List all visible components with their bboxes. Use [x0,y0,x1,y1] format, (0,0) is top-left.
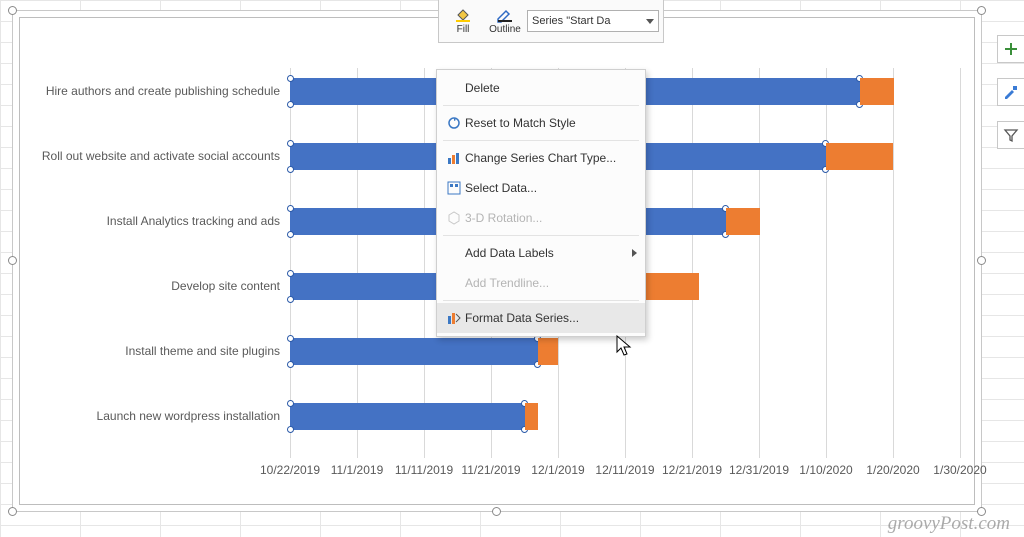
chart-elements-button[interactable] [997,35,1024,63]
menu-change-chart-type[interactable]: Change Series Chart Type... [437,143,645,173]
series-selector-text: Series "Start Da [532,15,611,27]
category-label: Hire authors and create publishing sched… [20,84,280,98]
x-tick: 10/22/2019 [260,463,320,477]
watermark-text: groovyPost.com [888,513,1010,535]
bar-duration[interactable] [860,78,894,105]
x-tick: 12/1/2019 [531,463,584,477]
bar-duration[interactable] [726,208,760,235]
x-tick: 11/11/2019 [395,463,453,477]
x-tick: 1/30/2020 [933,463,986,477]
bar-duration[interactable] [525,403,538,430]
x-tick: 12/11/2019 [595,463,654,477]
bar-start-date[interactable] [290,403,525,430]
select-data-icon [443,180,465,196]
x-tick: 12/21/2019 [662,463,722,477]
chevron-right-icon [632,249,637,257]
menu-add-data-labels[interactable]: Add Data Labels [437,238,645,268]
outline-label: Outline [489,24,521,35]
menu-add-trendline: Add Trendline... [437,268,645,298]
funnel-icon [1003,127,1019,143]
category-label: Install Analytics tracking and ads [20,214,280,228]
plus-icon [1003,41,1019,57]
x-tick: 11/21/2019 [461,463,520,477]
outline-button[interactable]: Outline [485,7,525,35]
bar-duration[interactable] [538,338,558,365]
fill-button[interactable]: Fill [443,7,483,35]
category-label: Install theme and site plugins [20,344,280,358]
menu-format-data-series[interactable]: Format Data Series... [437,303,645,333]
x-tick: 1/10/2020 [799,463,852,477]
menu-select-data[interactable]: Select Data... [437,173,645,203]
series-selector-dropdown[interactable]: Series "Start Da [527,10,659,32]
category-label: Develop site content [20,279,280,293]
pen-outline-icon [496,7,514,23]
cube-icon [443,210,465,226]
format-series-icon [443,310,465,326]
menu-reset-style[interactable]: Reset to Match Style [437,108,645,138]
x-tick: 1/20/2020 [866,463,919,477]
category-label: Launch new wordpress installation [20,409,280,423]
x-tick: 11/1/2019 [331,463,384,477]
paint-bucket-icon [454,7,472,23]
menu-delete[interactable]: Delete [437,73,645,103]
mini-toolbar: Fill Outline Series "Start Da [438,0,664,43]
chevron-down-icon [646,19,654,24]
bar-start-date[interactable] [290,338,538,365]
bar-duration[interactable] [826,143,893,170]
menu-3d-rotation: 3-D Rotation... [437,203,645,233]
chart-filters-button[interactable] [997,121,1024,149]
category-label: Roll out website and activate social acc… [20,149,280,163]
paintbrush-icon [1003,84,1019,100]
chart-styles-button[interactable] [997,78,1024,106]
fill-label: Fill [457,24,470,35]
context-menu: Delete Reset to Match Style Change Serie… [436,69,646,337]
x-tick: 12/31/2019 [729,463,789,477]
chart-type-icon [443,150,465,166]
reset-icon [443,115,465,131]
